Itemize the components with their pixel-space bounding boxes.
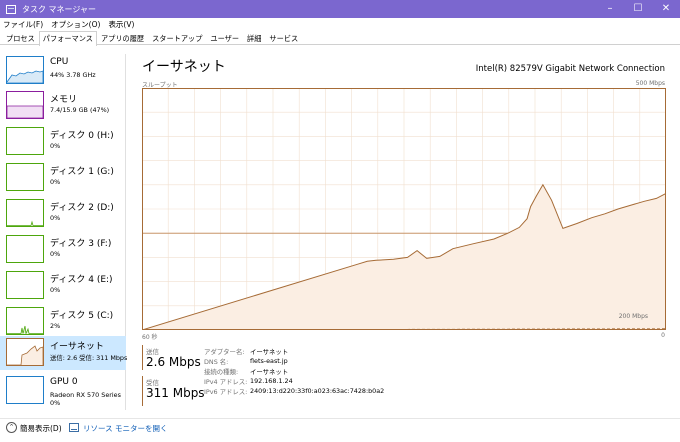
sidebar-item-label: メモリ [50, 95, 78, 105]
prop-row-adapter-name: アダプター名: イーサネット [204, 348, 289, 356]
time-axis-label: 60 秒 [142, 334, 158, 341]
task-manager-icon [6, 4, 16, 14]
fewer-details-button[interactable]: 簡易表示(D) [20, 423, 62, 434]
sidebar-item-detail: 0% [50, 214, 61, 222]
title-bar: タスク マネージャー – ☐ ✕ [0, 0, 680, 18]
sidebar-item-disk-2[interactable]: ディスク 2 (D:) 0% [0, 197, 126, 231]
sidebar-item-disk-5[interactable]: ディスク 5 (C:) 2% [0, 305, 126, 339]
maximize-button[interactable]: ☐ [624, 0, 652, 18]
sidebar-item-disk-1[interactable]: ディスク 1 (G:) 0% [0, 161, 126, 195]
disk-1-thumbnail [6, 163, 44, 191]
window-title: タスク マネージャー [22, 4, 96, 14]
tab-performance[interactable]: パフォーマンス [38, 31, 97, 46]
menu-options[interactable]: オプション(O) [51, 19, 100, 30]
sidebar-item-label: ディスク 1 (G:) [50, 167, 114, 177]
sidebar-item-detail: 44% 3.78 GHz [50, 71, 96, 79]
sidebar-item-disk-0[interactable]: ディスク 0 (H:) 0% [0, 125, 126, 159]
sidebar-item-detail: 0% [50, 286, 61, 294]
sidebar-item-label: ディスク 2 (D:) [50, 203, 114, 213]
send-indicator [142, 345, 143, 370]
receive-value: 311 Mbps [146, 386, 205, 400]
resource-monitor-icon[interactable] [69, 423, 79, 432]
sidebar-item-disk-4[interactable]: ディスク 4 (E:) 0% [0, 269, 126, 303]
cpu-thumbnail [6, 56, 44, 84]
close-button[interactable]: ✕ [652, 0, 680, 18]
adapter-name: Intel(R) 82579V Gigabit Network Connecti… [475, 64, 665, 74]
sidebar-item-detail: 0% [50, 178, 61, 186]
sidebar-item-label: CPU [50, 57, 69, 67]
tab-startup[interactable]: スタートアップ [148, 31, 206, 45]
tab-processes[interactable]: プロセス [2, 31, 39, 45]
disk-5-thumbnail [6, 307, 44, 335]
throughput-chart-svg [142, 88, 666, 330]
disk-3-thumbnail [6, 235, 44, 263]
disk-2-thumbnail [6, 199, 44, 227]
menu-bar: ファイル(F) オプション(O) 表示(V) [0, 18, 680, 31]
prop-row-connection-type: 接続の種類: イーサネット [204, 368, 289, 376]
tab-services[interactable]: サービス [265, 31, 302, 45]
disk-0-thumbnail [6, 127, 44, 155]
page-title: イーサネット [142, 59, 226, 75]
memory-thumbnail [6, 91, 44, 119]
sidebar-item-label: ディスク 5 (C:) [50, 311, 114, 321]
sidebar-item-cpu[interactable]: CPU 44% 3.78 GHz [0, 54, 126, 88]
prop-row-ipv6: IPv6 アドレス: 2409:13:d220:33f0:a023:63ac:7… [204, 387, 385, 396]
sidebar-item-label: イーサネット [50, 342, 104, 352]
sidebar-item-detail: 送信: 2.6 受信: 311 Mbps [50, 354, 128, 362]
sidebar-item-detail-2: 0% [50, 399, 61, 407]
footer-bar: ⌃ 簡易表示(D) リソース モニターを開く [0, 418, 680, 436]
chevron-up-icon[interactable]: ⌃ [6, 422, 17, 433]
minimize-button[interactable]: – [596, 0, 624, 18]
sidebar-item-detail: 2% [50, 322, 61, 330]
sidebar-item-detail: 0% [50, 142, 61, 150]
reference-line-label: 200 Mbps [618, 313, 648, 320]
disk-4-thumbnail [6, 271, 44, 299]
sidebar-item-label: GPU 0 [50, 377, 78, 387]
sidebar-item-detail: Radeon RX 570 Series [50, 391, 121, 399]
tab-users[interactable]: ユーザー [206, 31, 243, 45]
ethernet-thumbnail [6, 338, 44, 366]
sidebar-item-memory[interactable]: メモリ 7.4/15.9 GB (47%) [0, 89, 126, 123]
resource-sidebar: CPU 44% 3.78 GHz メモリ 7.4/15.9 GB (47%) デ… [0, 54, 128, 410]
sidebar-item-disk-3[interactable]: ディスク 3 (F:) 0% [0, 233, 126, 267]
prop-row-ipv4: IPv4 アドレス: 192.168.1.24 [204, 377, 293, 386]
tab-bar: プロセス パフォーマンス アプリの履歴 スタートアップ ユーザー 詳細 サービス [0, 31, 680, 46]
sidebar-item-gpu-0[interactable]: GPU 0 Radeon RX 570 Series 0% [0, 374, 126, 408]
time-axis-zero-label: 0 [661, 332, 665, 339]
y-axis-max-label: 500 Mbps [635, 80, 665, 87]
sidebar-item-label: ディスク 4 (E:) [50, 275, 113, 285]
sidebar-item-label: ディスク 0 (H:) [50, 131, 114, 141]
send-value: 2.6 Mbps [146, 355, 201, 369]
tab-app-history[interactable]: アプリの履歴 [97, 31, 148, 45]
tab-details[interactable]: 詳細 [243, 31, 265, 45]
sidebar-item-detail: 0% [50, 250, 61, 258]
gpu-0-thumbnail [6, 376, 44, 404]
menu-file[interactable]: ファイル(F) [3, 19, 43, 30]
sidebar-item-ethernet[interactable]: イーサネット 送信: 2.6 受信: 311 Mbps [0, 336, 128, 370]
receive-indicator [142, 376, 143, 406]
sidebar-item-detail: 7.4/15.9 GB (47%) [50, 106, 110, 114]
throughput-chart: 200 Mbps [142, 88, 666, 330]
sidebar-item-label: ディスク 3 (F:) [50, 239, 112, 249]
prop-row-dns-name: DNS 名: flets-east.jp [204, 357, 288, 366]
menu-view[interactable]: 表示(V) [108, 19, 134, 30]
open-resource-monitor-link[interactable]: リソース モニターを開く [83, 423, 168, 434]
